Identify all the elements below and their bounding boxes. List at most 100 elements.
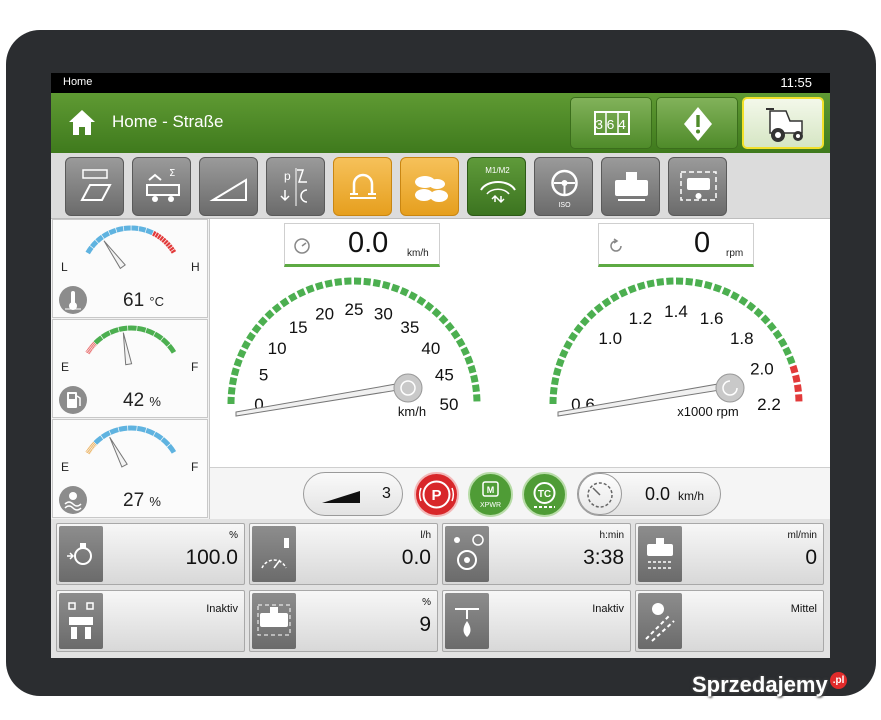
status-bar-title: Home (63, 76, 93, 88)
fuel-icon (59, 386, 87, 414)
monitor-button[interactable] (668, 157, 727, 216)
gear-indicator[interactable]: 3 (303, 472, 403, 516)
dial-arc-segment (703, 280, 713, 290)
implement-button[interactable] (601, 157, 660, 216)
iso-label: ISO (558, 202, 571, 209)
cell-unit: % (422, 597, 431, 608)
ramp-icon (322, 491, 360, 503)
rpm-hub (715, 373, 745, 403)
xpwr-indicator[interactable]: M XPWR (468, 472, 513, 517)
dial-arc-segment (721, 287, 732, 297)
gauge-arc-segment (167, 244, 173, 250)
speed-value: 0.0 (348, 227, 389, 259)
dial-arc-segment (363, 277, 372, 286)
dial-arc-segment (730, 291, 740, 301)
hitch-status-icon (59, 593, 103, 649)
m1-m2-button[interactable]: M1/M2 (467, 157, 526, 216)
operating-hours-cell[interactable]: h:min 3:38 (442, 523, 631, 585)
dial-arc-segment (241, 340, 251, 350)
dial-arc-segment (656, 278, 665, 286)
counter-button[interactable]: 364 (570, 97, 652, 149)
dial-arc-segment (431, 307, 442, 318)
dial-arc-segment (324, 279, 333, 288)
adblue-consumption-cell[interactable]: ml/min 0 (635, 523, 824, 585)
dial-arc-segment (636, 281, 646, 291)
rpm-dial: 0.61.01.2 1.4 1.61.82.02.2x1000 rpm (549, 277, 803, 419)
tractor-button[interactable] (742, 97, 824, 149)
adblue-percent-cell[interactable]: % 9 (249, 590, 438, 652)
dial-arc-segment (782, 346, 792, 356)
gauge-arc-segment (160, 337, 171, 347)
home-icon[interactable] (66, 107, 98, 139)
wedge-button[interactable] (199, 157, 258, 216)
fuel-level-value: 42 (123, 390, 145, 411)
cruise-speed-icon (587, 482, 613, 508)
dial-arc-segment (646, 279, 655, 288)
dial-arc-segment (264, 309, 275, 320)
dial-arc-segment (559, 348, 569, 359)
gauge-arc-segment (100, 330, 111, 340)
dial-arc-segment (424, 301, 435, 312)
gauge-arc-segment (109, 327, 119, 335)
dial-arc-segment (573, 323, 584, 334)
tires-button[interactable] (400, 157, 459, 216)
warning-button[interactable] (656, 97, 738, 149)
gauge-arc-segment (167, 343, 177, 354)
page-title: Home - Straße (112, 112, 224, 131)
fuel-consumption-cell[interactable]: l/h 0.0 (249, 523, 438, 585)
cell-unit: h:min (599, 530, 624, 541)
field-counter-button[interactable] (65, 157, 124, 216)
rpm-tick-label: 1.8 (730, 329, 754, 348)
engine-load-cell[interactable]: % 100.0 (56, 523, 245, 585)
dial-arc-segment (467, 364, 477, 374)
fuel-rate-icon (252, 526, 296, 582)
dial-arc-segment (237, 348, 247, 359)
speedometer-icon (294, 238, 310, 254)
parking-brake-indicator[interactable]: P (414, 472, 459, 517)
gauge-arc-segment (136, 325, 147, 333)
cell-value: 100.0 (185, 546, 238, 569)
watermark-text: Sprzedajemy (692, 672, 828, 697)
traction-control-indicator[interactable]: TC (522, 472, 567, 517)
dial-arc-segment (563, 340, 573, 350)
status-bar: Home 11:55 (51, 73, 830, 93)
dial-arc-segment (792, 374, 801, 383)
dial-arc-segment (618, 288, 628, 298)
hitch-status-cell[interactable]: Inaktiv (56, 590, 245, 652)
gauge-arc-segment (154, 232, 160, 238)
gauge-arc-segment (163, 239, 169, 245)
hitch-button[interactable] (333, 157, 392, 216)
info-grid: % 100.0 l/h 0.0 h:min 3:38 ml/min 0 Inak… (51, 519, 830, 658)
cell-status: Inaktiv (592, 603, 624, 615)
wheel-slip-cell[interactable]: Mittel (635, 590, 824, 652)
coolant-temp-value: 61 (123, 290, 145, 311)
rpm-tick-label: 1.6 (700, 309, 724, 328)
gauge-arc-segment (89, 239, 99, 249)
dial-arc-segment (694, 279, 703, 288)
pto-settings-button[interactable]: p (266, 157, 325, 216)
cruise-control-pill[interactable]: 0.0 km/h (577, 472, 721, 516)
dial-arc-segment (772, 329, 783, 340)
terminal-screen: Home 11:55 Home - Straße 364 Σ p M1/M2 I… (51, 73, 830, 658)
dial-arc-segment (609, 292, 620, 303)
dial-arc-segment (257, 316, 268, 327)
svg-text:M: M (487, 485, 495, 495)
gauge-arc-segment (145, 428, 156, 436)
trailer-sum-button[interactable]: Σ (132, 157, 191, 216)
counter-icon: 364 (594, 111, 630, 135)
thermometer-icon (59, 286, 87, 314)
gauge-high-label: F (191, 460, 199, 474)
implement-icon (615, 172, 648, 201)
gauge-arc-segment (93, 435, 104, 445)
svg-text:p: p (284, 169, 291, 183)
iso-button[interactable]: ISO (534, 157, 593, 216)
cell-unit: l/h (420, 530, 431, 541)
speed-tick-label: 5 (259, 366, 268, 385)
gauge-arc-segment (165, 241, 171, 247)
gauge-arc-segment (100, 430, 111, 440)
rpm-dial-unit: x1000 rpm (677, 404, 738, 419)
sprayer-status-cell[interactable]: Inaktiv (442, 590, 631, 652)
cell-status: Mittel (790, 603, 817, 615)
dial-arc-segment (549, 386, 558, 395)
gauge-needle (109, 436, 128, 468)
